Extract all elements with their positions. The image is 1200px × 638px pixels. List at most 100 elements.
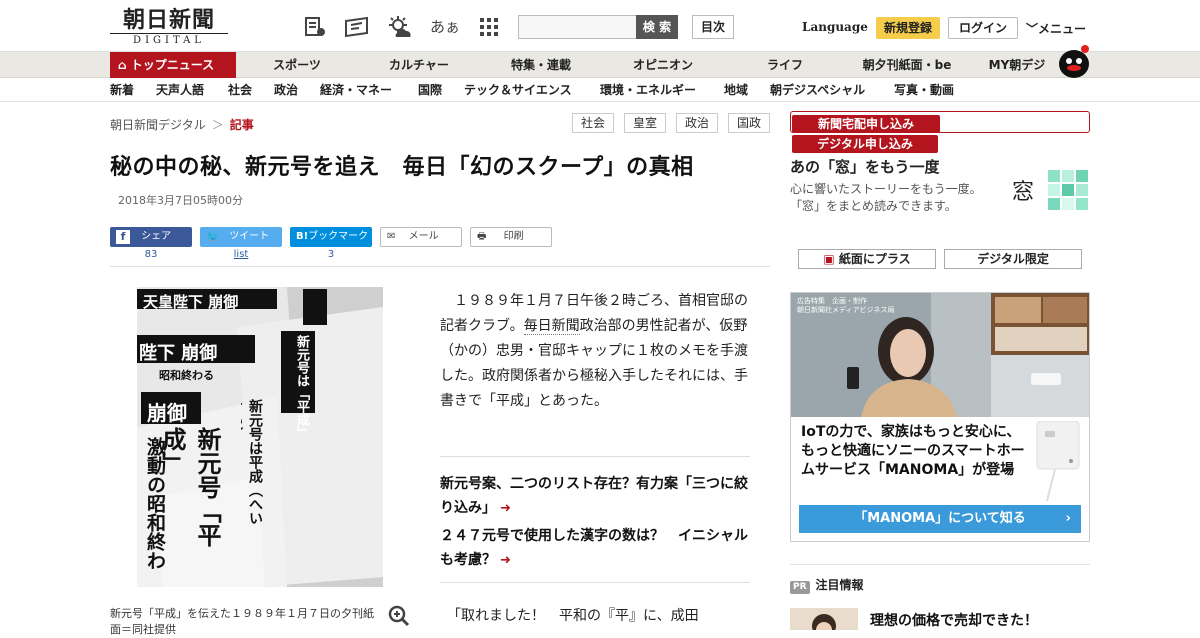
chevron-down-icon: ﹀ [1026,22,1039,36]
ad-cta-button[interactable]: 「MANOMA」について知る › [799,505,1081,533]
hatena-label: ブックマーク [308,231,369,242]
pr-thumbnail[interactable] [790,608,858,638]
article-photo[interactable]: 天皇陛下 崩御 陛下 崩御 昭和終わる 新元号は「平成」 崩御 新元号「平成」 … [137,287,383,587]
related-link-1-text: 新元号案、二つのリスト存在？有力案「三つに絞り込み」 [440,476,748,516]
zoom-icon[interactable] [388,605,410,627]
menu-button[interactable]: ﹀メニュー [1026,20,1086,37]
subscribe-box: 新聞宅配申し込み デジタル申し込み [790,111,1090,153]
tag-national[interactable]: 国政 [728,113,770,133]
paper-plus-label: 紙面にプラス [838,252,911,266]
photo-text-7: 激動の昭和終わる [144,437,166,570]
tag-imperial[interactable]: 皇室 [624,113,666,133]
digital-subscribe-button[interactable]: デジタル申し込み [792,135,938,153]
logo-sub: DIGITAL [110,33,228,47]
twitter-icon: 🐦 [206,230,220,243]
facebook-share-button[interactable]: f シェア [110,227,192,247]
breadcrumb-sep: ＞ [211,118,224,132]
facebook-icon: f [116,230,130,244]
mascot-icon[interactable] [1052,44,1092,78]
register-button[interactable]: 新規登録 [876,17,940,39]
ad-label-1: 広告特集 企画・制作 [797,297,867,305]
mainichi-link[interactable]: 毎日新聞 [523,318,580,335]
site-logo[interactable]: 朝日新聞 DIGITAL [110,8,228,48]
ad-text: IoTの力で、家族はもっと安心に、もっと快適にソニーのスマートホームサービス「M… [801,424,1025,478]
mail-label: メール [408,231,439,242]
apps-grid-icon[interactable] [476,15,502,39]
photo-text-5: 崩御 [147,401,187,425]
nav-item-opinion[interactable]: オピニオン [620,52,706,78]
search-input[interactable] [518,15,636,39]
font-size-icon[interactable]: あぁ [430,15,460,39]
twitter-count-link[interactable]: list [200,249,282,260]
subnav-item-tensei[interactable]: 天声人語 [156,78,204,102]
subnav-item-society[interactable]: 社会 [228,78,252,102]
scrap-icon[interactable] [302,15,328,39]
pr-item-link[interactable]: 理想の価格で売却できた！ [870,610,1038,630]
mado-banner[interactable]: 窓 [1012,170,1088,210]
subnav-item-region[interactable]: 地域 [724,78,748,102]
newspaper-icon[interactable] [342,15,372,39]
photo-text-1: 天皇陛下 崩御 [143,293,239,311]
breadcrumb-home[interactable]: 朝日新聞デジタル [110,118,206,132]
sidebar-divider [790,564,1090,565]
subnav-item-economy[interactable]: 経済・マネー [320,78,392,102]
ad-label: 広告特集 企画・制作 朝日新聞社メディアビジネス局 [797,297,895,315]
paper-subscribe-button[interactable]: 新聞宅配申し込み [792,115,940,133]
login-button[interactable]: ログイン [948,17,1018,39]
nav-item-culture[interactable]: カルチャー [376,52,462,78]
ad-device-image [1036,421,1080,501]
nav-item-features[interactable]: 特集・連載 [500,52,582,78]
tag-politics[interactable]: 政治 [676,113,718,133]
home-icon: ⌂ [118,58,127,72]
photo-text-3: 昭和終わる [159,369,214,382]
hatena-icon: B! [296,231,309,242]
nav-item-sports[interactable]: スポーツ [262,52,332,78]
breadcrumb-current: 記事 [229,118,254,132]
subnav-item-politics[interactable]: 政治 [274,78,298,102]
subnav-item-special[interactable]: 朝デジスペシャル [770,78,865,102]
mado-description: 心に響いたストーリーをもう一度。「窓」をまとめ読みできます。 [790,182,982,213]
subnav-item-environment[interactable]: 環境・エネルギー [600,78,696,102]
subnav-item-new[interactable]: 新着 [110,78,134,102]
subnav-item-international[interactable]: 国際 [418,78,442,102]
article-date: 2018年3月7日05時00分 [118,194,243,207]
nav-item-life[interactable]: ライフ [755,52,815,78]
photo-text-6: 新元号「平成」 [158,427,222,547]
subnav-item-photo[interactable]: 写真・動画 [894,78,954,102]
article-body-paragraph: １９８９年１月７日午後２時ごろ、首相官邸の記者クラブ。毎日新聞政治部の男性記者が… [440,289,748,414]
related-link-2[interactable]: ２４７元号で使用した漢字の数は？ イニシャルも考慮？ ➜ [440,524,750,573]
hatena-bookmark-button[interactable]: B!ブックマーク [290,227,372,247]
ad-cta-label: 「MANOMA」について知る [854,511,1026,526]
menu-label: メニュー [1038,22,1087,36]
hatena-count: 3 [327,249,335,260]
breadcrumb: 朝日新聞デジタル ＞ 記事 [110,116,254,133]
chevron-right-icon: › [1065,511,1071,526]
related-link-1[interactable]: 新元号案、二つのリスト存在？有力案「三つに絞り込み」 ➜ [440,472,750,521]
nav-item-paper[interactable]: 朝夕刊紙面・be [852,52,962,78]
print-button[interactable]: 🖶 印刷 [470,227,552,247]
search-button[interactable]: 検 索 [636,15,678,39]
sub-nav: 新着 天声人語 社会 政治 経済・マネー 国際 テック＆サイエンス 環境・エネル… [0,78,1200,102]
ad-image: 広告特集 企画・制作 朝日新聞社メディアビジネス局 [791,293,1089,417]
toc-button[interactable]: 目次 [692,15,734,39]
print-icon: 🖶 [477,231,487,242]
nav-top-news[interactable]: ⌂ トップニュース [110,52,236,78]
tag-society[interactable]: 社会 [572,113,614,133]
twitter-share-button[interactable]: 🐦 ツイート [200,227,282,247]
weather-icon[interactable] [386,15,414,39]
photo-caption: 新元号「平成」を伝えた１９８９年１月７日の夕刊紙面＝同社提供 [110,607,374,636]
paper-plus-button[interactable]: ▣ 紙面にプラス [798,249,936,269]
photo-text-8: 新元号は平成（へいせい） [241,399,263,525]
top-bar: 朝日新聞 DIGITAL あぁ 検 索 目次 Language 新規登録 ログイ… [0,0,1200,52]
ad-label-2: 朝日新聞社メディアビジネス局 [797,306,895,314]
mail-button[interactable]: ✉ メール [380,227,462,247]
language-link[interactable]: Language [802,20,868,34]
digital-only-button[interactable]: デジタル限定 [944,249,1082,269]
print-label: 印刷 [503,231,524,242]
pr-badge: PR [790,581,810,594]
subnav-item-tech[interactable]: テック＆サイエンス [464,78,572,102]
ad-banner[interactable]: 広告特集 企画・制作 朝日新聞社メディアビジネス局 IoTの力で、家族はもっと安心… [790,292,1090,542]
related-divider-top [440,456,750,457]
mado-title[interactable]: あの「窓」をもう一度 [790,156,940,177]
nav-item-my[interactable]: MY朝デジ [982,52,1052,78]
